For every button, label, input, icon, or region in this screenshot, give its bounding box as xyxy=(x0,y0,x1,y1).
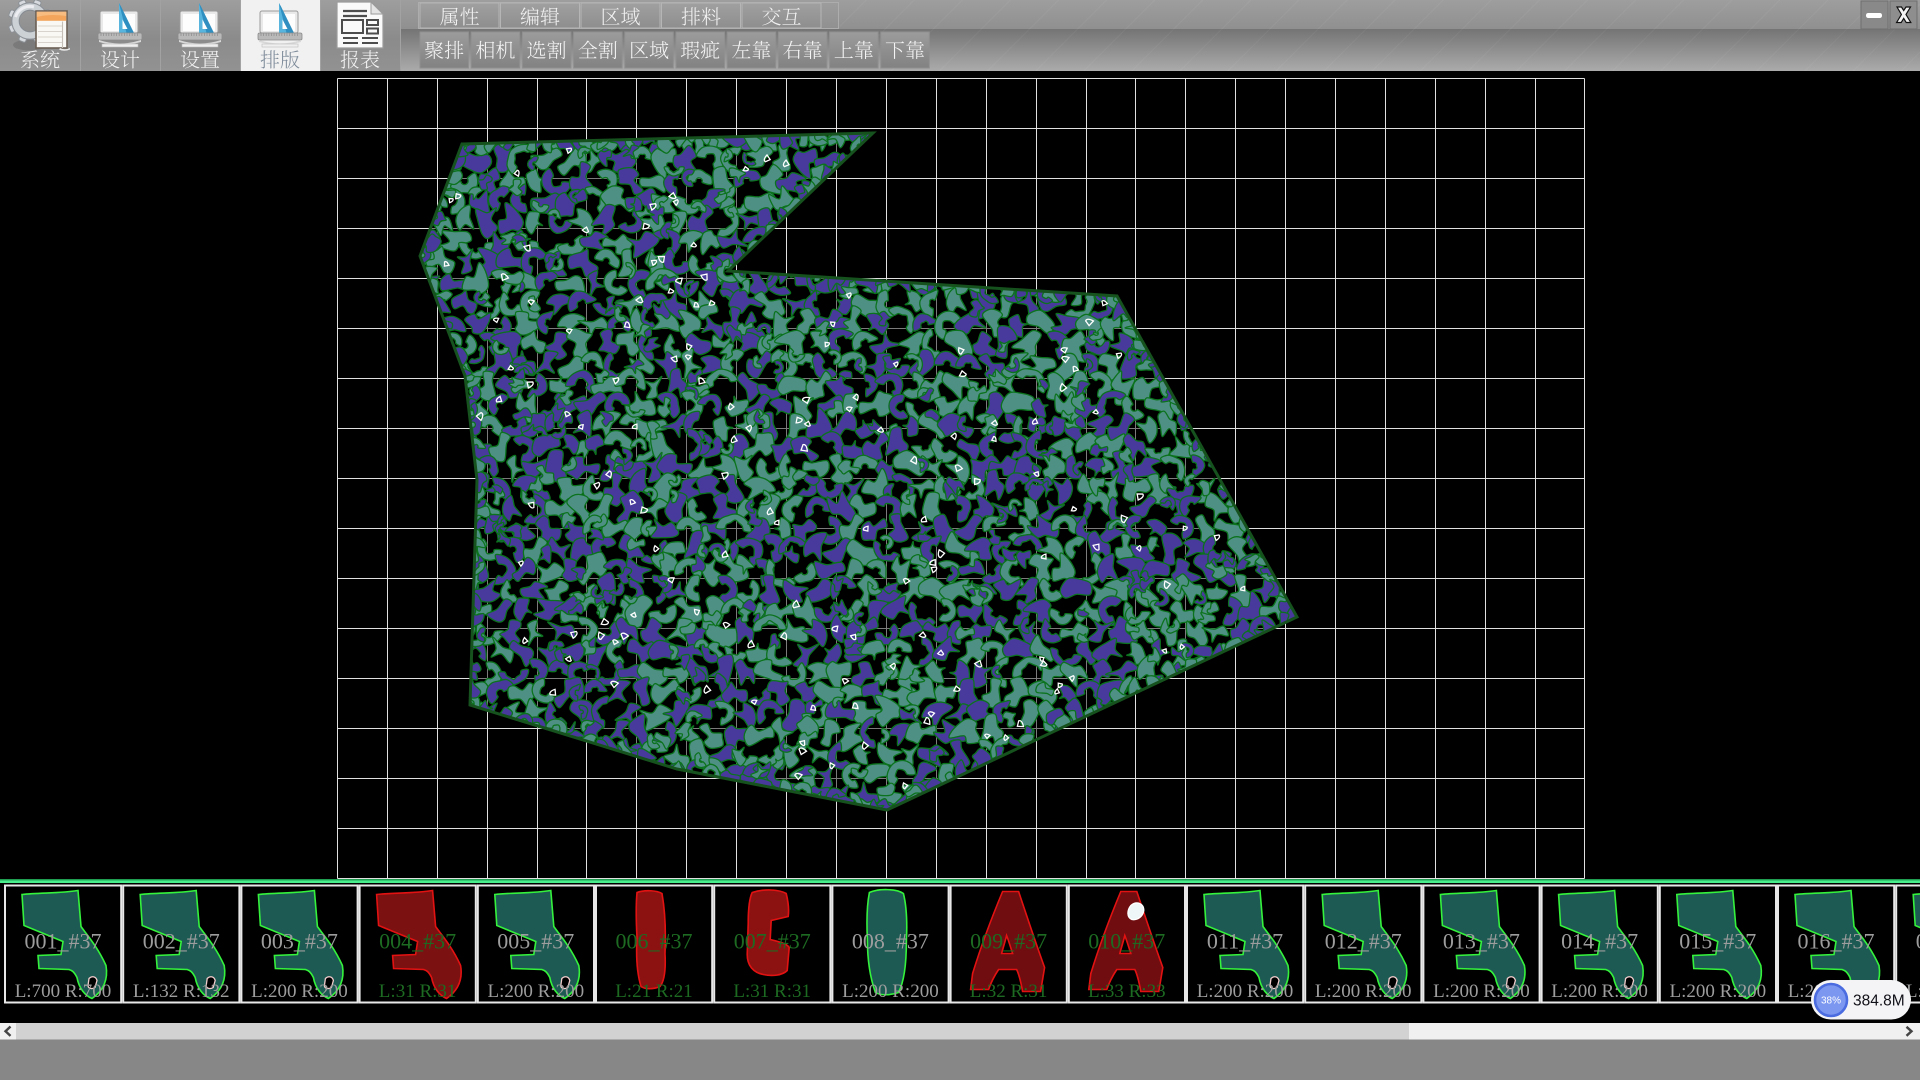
svg-text:L:200 R:200: L:200 R:200 xyxy=(1670,981,1767,1002)
svg-text:016_#37: 016_#37 xyxy=(1798,929,1875,954)
svg-text:L:200 R:200: L:200 R:200 xyxy=(842,981,939,1002)
svg-text:006_#37: 006_#37 xyxy=(616,929,693,954)
svg-text:003_#37: 003_#37 xyxy=(261,929,338,954)
svg-text:014_#37: 014_#37 xyxy=(1561,929,1638,954)
svg-text:L:132 R:132: L:132 R:132 xyxy=(133,981,230,1002)
svg-text:L:700 R:700: L:700 R:700 xyxy=(15,981,112,1002)
svg-text:L:200 R:200: L:200 R:200 xyxy=(1197,981,1294,1002)
svg-text:015_#37: 015_#37 xyxy=(1679,929,1756,954)
svg-text:007_#37: 007_#37 xyxy=(734,929,811,954)
svg-text:L:21 R:21: L:21 R:21 xyxy=(615,981,693,1002)
svg-text:010_#37: 010_#37 xyxy=(1088,929,1165,954)
svg-text:013_#37: 013_#37 xyxy=(1443,929,1520,954)
svg-text:L:200 R:200: L:200 R:200 xyxy=(1551,981,1648,1002)
svg-text:L:200 R:200: L:200 R:200 xyxy=(1433,981,1530,1002)
svg-text:012_#37: 012_#37 xyxy=(1325,929,1402,954)
svg-text:384.8M: 384.8M xyxy=(1853,993,1905,1010)
svg-text:001_#37: 001_#37 xyxy=(25,929,102,954)
svg-text:002_#37: 002_#37 xyxy=(143,929,220,954)
svg-text:009_#37: 009_#37 xyxy=(970,929,1047,954)
svg-text:L:200 R:200: L:200 R:200 xyxy=(251,981,348,1002)
svg-text:L:32 R:31: L:32 R:31 xyxy=(970,981,1048,1002)
svg-text:L:200 R:200: L:200 R:200 xyxy=(1315,981,1412,1002)
svg-text:017_#37: 017_#37 xyxy=(1916,929,1920,954)
svg-text:L:200 R:200: L:200 R:200 xyxy=(488,981,585,1002)
svg-text:L:31 R:31: L:31 R:31 xyxy=(379,981,457,1002)
svg-text:008_#37: 008_#37 xyxy=(852,929,929,954)
svg-text:38%: 38% xyxy=(1821,996,1841,1007)
svg-text:005_#37: 005_#37 xyxy=(497,929,574,954)
svg-text:004_#37: 004_#37 xyxy=(379,929,456,954)
svg-text:011_#37: 011_#37 xyxy=(1207,929,1283,954)
svg-text:L:33 R:33: L:33 R:33 xyxy=(1088,981,1166,1002)
svg-text:L:31 R:31: L:31 R:31 xyxy=(733,981,811,1002)
